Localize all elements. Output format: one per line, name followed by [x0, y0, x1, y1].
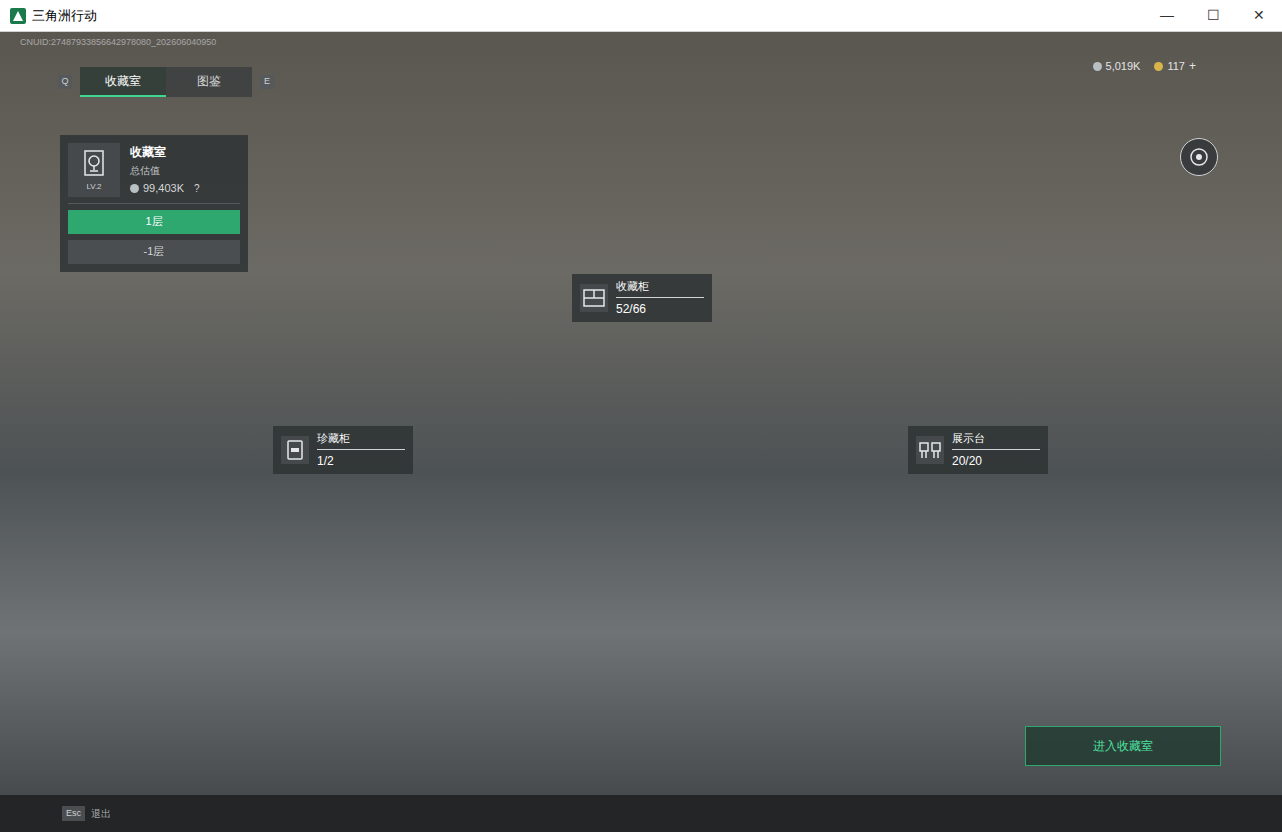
- value-label: 总估值: [130, 163, 200, 178]
- rotate-icon: [1188, 146, 1210, 168]
- hotspot[interactable]: 展示台20/20: [908, 426, 1048, 474]
- help-icon[interactable]: ?: [194, 181, 200, 196]
- window-control[interactable]: ✕: [1236, 0, 1282, 31]
- hotspot-label: 收藏柜: [616, 278, 704, 299]
- tab[interactable]: 图鉴: [166, 67, 252, 97]
- floor-button[interactable]: -1层: [68, 240, 240, 264]
- enter-room-button[interactable]: 进入收藏室: [1025, 726, 1221, 766]
- total-value: 99,403K: [143, 180, 184, 197]
- currency-bar: 5,019K 117+: [1093, 57, 1196, 75]
- tab-key-left: Q: [58, 75, 72, 89]
- room-panel: LV.2 收藏室总估值 99,403K? 1层 -1层: [60, 135, 248, 272]
- exit-label: 退出: [91, 806, 111, 821]
- hotspot-label: 展示台: [952, 430, 1040, 451]
- hotspot-count: 1/2: [317, 450, 405, 470]
- currency: 117: [1154, 58, 1185, 75]
- tab[interactable]: 收藏室: [80, 67, 166, 97]
- window-control[interactable]: ☐: [1190, 0, 1236, 31]
- hotspot-count: 20/20: [952, 450, 1040, 470]
- hotspot[interactable]: 收藏柜52/66: [572, 274, 712, 322]
- trophy-icon: [81, 149, 107, 179]
- cabinet-icon: [582, 288, 606, 308]
- esc-key[interactable]: Esc: [62, 806, 85, 822]
- coin-icon: [1093, 62, 1102, 71]
- window-title: 三角洲行动: [32, 6, 97, 26]
- footer-bar: Esc 退出: [0, 795, 1282, 832]
- coin-icon: [1154, 62, 1163, 71]
- coin-icon: [130, 184, 139, 193]
- floor-button[interactable]: 1层: [68, 210, 240, 234]
- tab-bar: Q 收藏室图鉴 E: [58, 67, 274, 97]
- add-currency-button[interactable]: +: [1189, 57, 1196, 75]
- title-bar: 三角洲行动 —☐✕: [0, 0, 1282, 32]
- hotspot[interactable]: 珍藏柜1/2: [273, 426, 413, 474]
- currency: 5,019K: [1093, 58, 1141, 75]
- room-title: 收藏室: [130, 143, 200, 161]
- room-level: LV.2: [86, 179, 101, 195]
- window-control[interactable]: —: [1144, 0, 1190, 31]
- app: 三角洲行动—☐✕CNUID:27487933856642978080_20260…: [0, 0, 1282, 832]
- tab-key-right: E: [260, 75, 274, 89]
- stand-icon: [918, 440, 942, 460]
- app-logo-icon: [10, 8, 26, 24]
- uid-text: CNUID:27487933856642978080_202606040950: [20, 36, 216, 50]
- game-view: CNUID:27487933856642978080_202606040950 Q…: [0, 32, 1282, 832]
- hotspot-count: 52/66: [616, 298, 704, 318]
- vault-icon: [286, 439, 304, 461]
- room-badge: LV.2: [68, 143, 120, 197]
- hotspot-label: 珍藏柜: [317, 430, 405, 451]
- camera-button[interactable]: [1180, 138, 1218, 176]
